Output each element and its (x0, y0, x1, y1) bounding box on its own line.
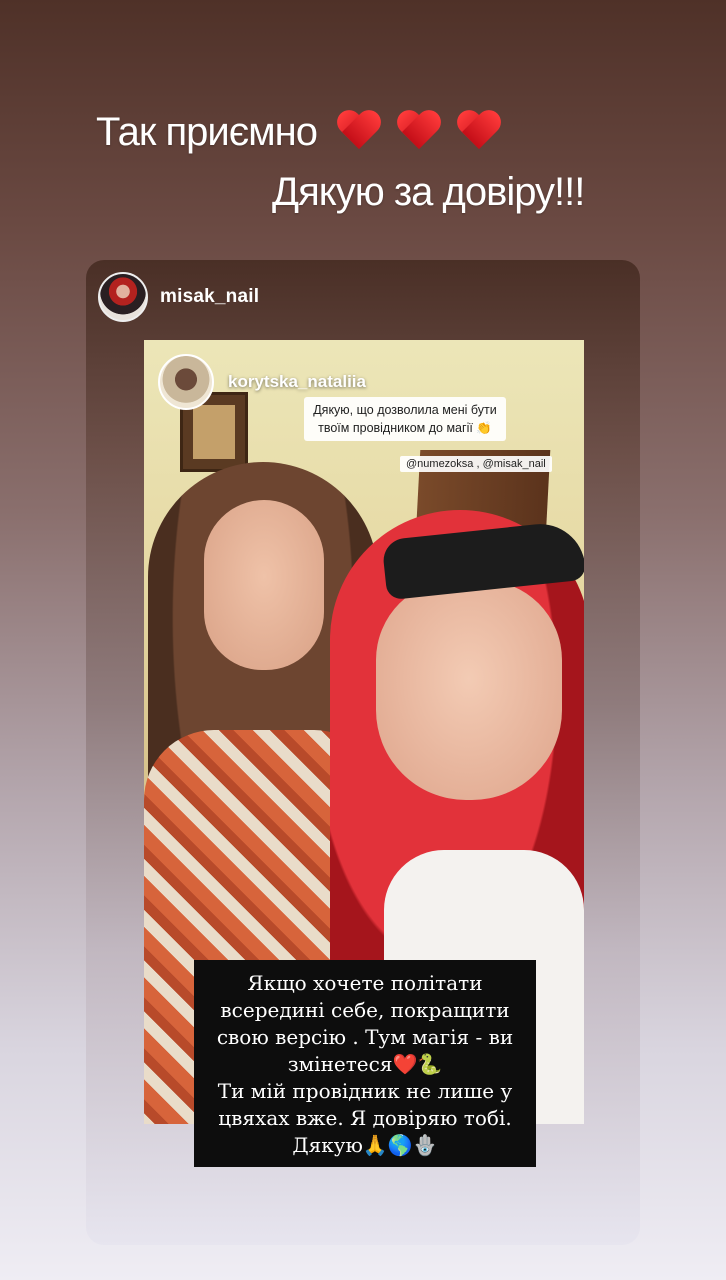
caption-line-2: твоїм провідником до магії 👏 (318, 421, 492, 435)
headline-line-1: Так приємно (96, 110, 726, 161)
quote-line: цвяхах вже. Я довіряю тобі. (218, 1106, 512, 1130)
heart-icon (337, 111, 381, 151)
card-header[interactable]: misak_nail (98, 272, 259, 322)
quote-line: змінетеся❤️🐍 (287, 1052, 443, 1076)
quote-line: свою версію . Тум магія - ви (216, 1025, 514, 1049)
heart-icon (457, 111, 501, 151)
inner-username[interactable]: korytska_nataliia (228, 372, 366, 392)
caption-line-1: Дякую, що дозволила мені бути (313, 403, 497, 417)
profile-avatar-icon[interactable] (98, 272, 148, 322)
hearts-emoji (337, 111, 507, 161)
card-username[interactable]: misak_nail (160, 286, 259, 308)
inner-avatar-icon[interactable] (158, 354, 214, 410)
person-left-face (204, 500, 324, 670)
quote-line: Ти мій провідник не лише у (217, 1079, 513, 1103)
quote-line: Дякую🙏🌎🪬 (292, 1133, 438, 1157)
inner-caption: Дякую, що дозволила мені бути твоїм пров… (304, 397, 506, 441)
mentions-tag[interactable]: @numezoksa , @misak_nail (400, 456, 552, 472)
quote-line: Якщо хочете політати (247, 971, 483, 995)
quote-box: Якщо хочете політати всередині себе, пок… (194, 960, 536, 1167)
quote-line: всередині себе, покращити (220, 998, 510, 1022)
shared-story-card[interactable]: misak_nail korytska_nataliia Дякую, що д… (86, 260, 640, 1245)
person-right-face (376, 580, 562, 800)
headline-text-1: Так приємно (96, 110, 318, 154)
headline-line-2: Дякую за довіру!!! (272, 170, 585, 214)
heart-icon (397, 111, 441, 151)
